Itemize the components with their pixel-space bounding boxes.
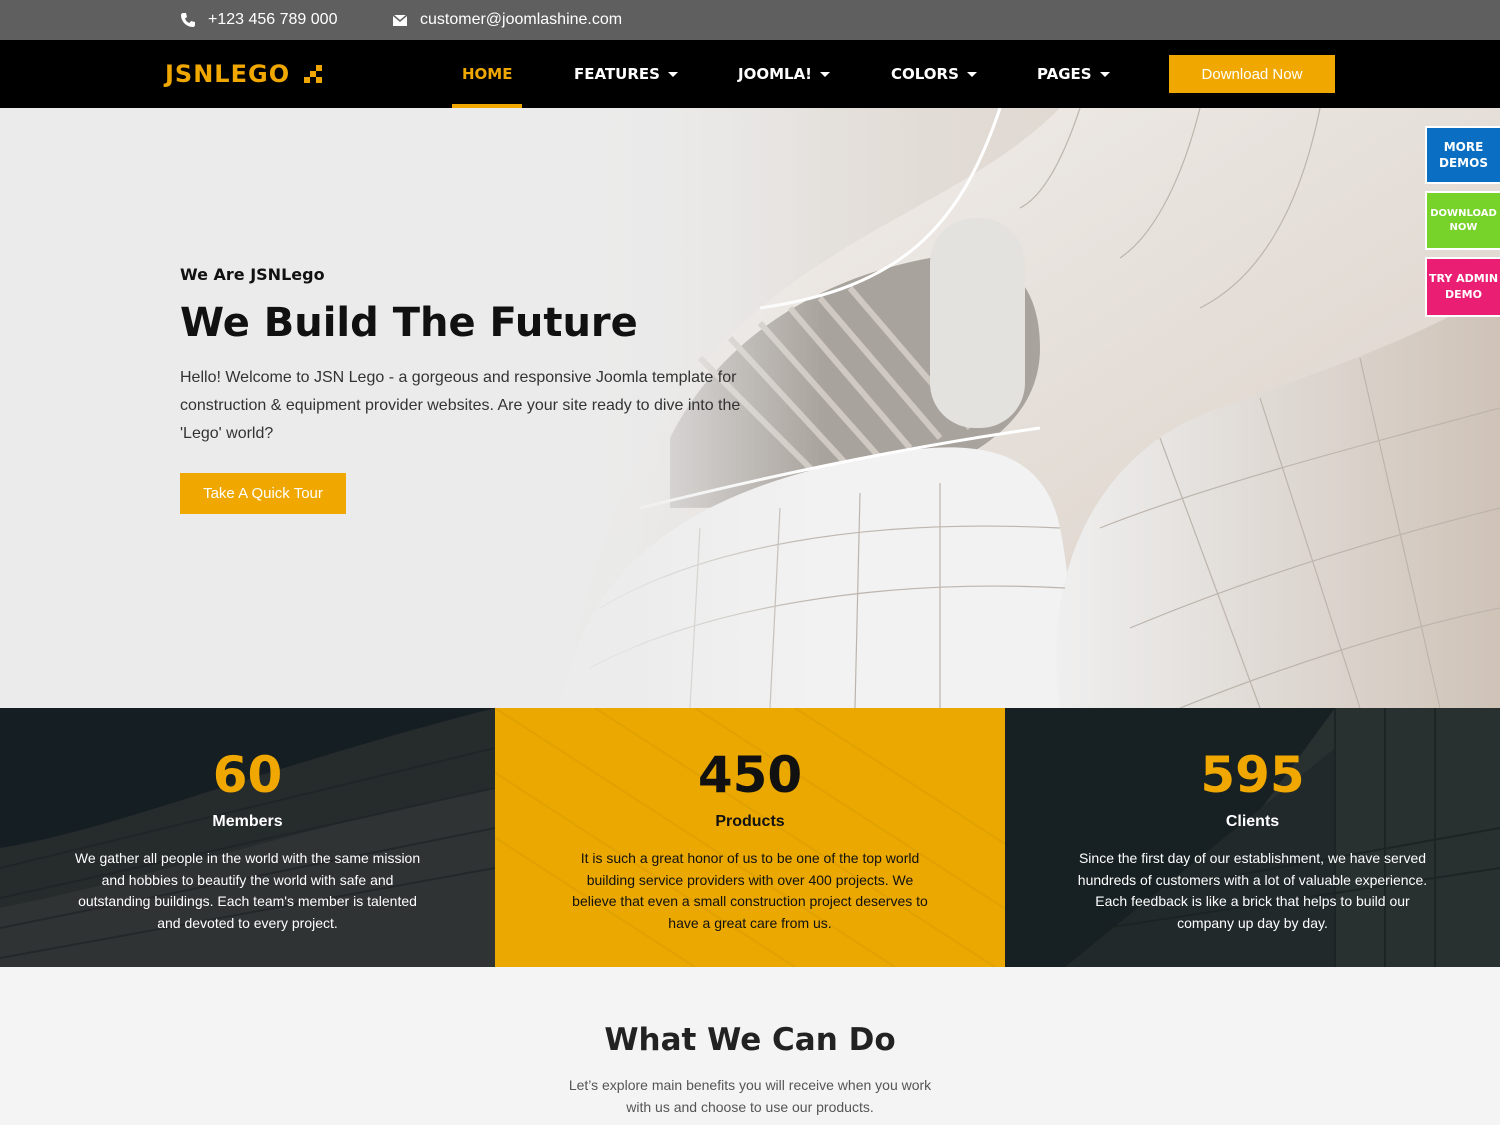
phone-number: +123 456 789 000 (208, 11, 338, 28)
stat-text: Since the first day of our establishment… (1077, 850, 1428, 931)
stat-text: We gather all people in the world with t… (74, 850, 421, 931)
stat-number: 450 (697, 746, 803, 804)
contact-email[interactable]: customer@joomlashine.com (392, 0, 622, 40)
stat-number: 595 (1200, 746, 1305, 804)
nav-joomla-label: JOOMLA! (738, 65, 813, 83)
logo-blocks-icon (304, 65, 323, 83)
nav-pages[interactable]: PAGES (1037, 40, 1110, 108)
services-section: What We Can Do Let’s explore main benefi… (0, 967, 1500, 1125)
take-quick-tour-button[interactable]: Take A Quick Tour (180, 473, 346, 514)
stat-number: 60 (212, 746, 283, 804)
hero-kicker: We Are JSNLego (180, 265, 325, 284)
main-navbar: JSNLEGO HOME FEATURES JOOMLA! COLORS PAG… (0, 40, 1500, 108)
email-address: customer@joomlashine.com (420, 11, 623, 28)
section-heading: What We Can Do (604, 1022, 896, 1058)
stat-text: It is such a great honor of us to be one… (572, 850, 928, 931)
nav-home[interactable]: HOME (451, 40, 524, 108)
chevron-down-icon (667, 71, 678, 77)
hero-title: We Build The Future (180, 300, 638, 346)
site-logo[interactable]: JSNLEGO (165, 40, 323, 108)
section-intro: Let’s explore main benefits you will rec… (568, 1077, 932, 1115)
stat-label: Clients (1225, 813, 1280, 830)
side-download-now-button[interactable]: DOWNLOAD NOW (1425, 191, 1500, 250)
more-demos-button[interactable]: MORE DEMOS (1425, 126, 1500, 184)
envelope-icon (392, 12, 408, 28)
stat-members: 60 Members We gather all people in the w… (0, 708, 495, 967)
nav-home-label: HOME (462, 65, 513, 83)
stat-label: Products (715, 813, 785, 830)
hero-section: We Are JSNLego We Build The Future Hello… (0, 108, 1500, 708)
contact-bar: +123 456 789 000 customer@joomlashine.co… (0, 0, 1500, 40)
nav-colors-label: COLORS (891, 65, 959, 83)
stat-label: Members (212, 813, 283, 830)
nav-colors[interactable]: COLORS (891, 40, 977, 108)
hero-description: Hello! Welcome to JSN Lego - a gorgeous … (180, 369, 741, 442)
nav-features[interactable]: FEATURES (574, 40, 678, 108)
nav-features-label: FEATURES (574, 65, 660, 83)
stat-products: 450 Products It is such a great honor of… (495, 708, 1005, 967)
stats-section: 60 Members We gather all people in the w… (0, 708, 1500, 967)
logo-text: JSNLEGO (165, 60, 291, 88)
nav-pages-label: PAGES (1037, 65, 1092, 83)
chevron-down-icon (820, 71, 831, 77)
stat-clients: 595 Clients Since the first day of our e… (1005, 708, 1500, 967)
phone-icon (180, 12, 196, 28)
download-now-button[interactable]: Download Now (1169, 55, 1335, 93)
nav-joomla[interactable]: JOOMLA! (738, 40, 831, 108)
contact-phone[interactable]: +123 456 789 000 (180, 0, 337, 40)
chevron-down-icon (1099, 71, 1110, 77)
try-admin-demo-button[interactable]: TRY ADMIN DEMO (1425, 257, 1500, 317)
chevron-down-icon (966, 71, 977, 77)
